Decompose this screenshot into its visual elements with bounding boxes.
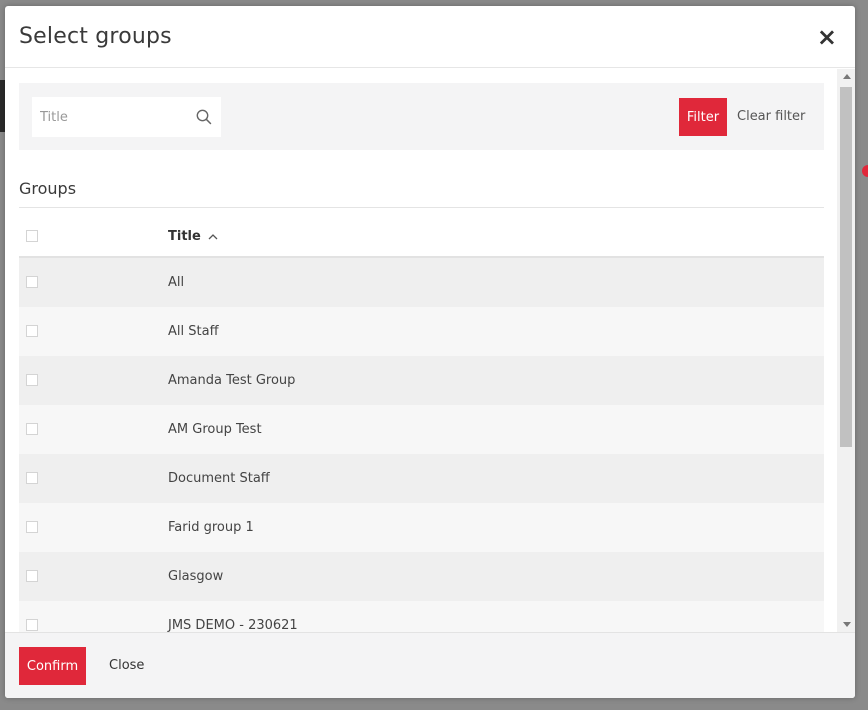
table-row[interactable]: Farid group 1 — [19, 503, 824, 552]
table-row[interactable]: JMS DEMO - 230621 — [19, 601, 824, 632]
divider — [19, 207, 824, 208]
row-checkbox[interactable] — [26, 423, 38, 435]
modal-title: Select groups — [19, 24, 172, 49]
row-checkbox[interactable] — [26, 619, 38, 631]
row-title: JMS DEMO - 230621 — [168, 618, 298, 632]
close-button[interactable]: Close — [109, 647, 144, 685]
filter-bar: Filter Clear filter — [19, 83, 824, 150]
modal-header: Select groups × — [5, 6, 855, 68]
scroll-up-arrow-icon[interactable] — [843, 74, 851, 79]
row-checkbox[interactable] — [26, 374, 38, 386]
row-title: Document Staff — [168, 471, 270, 486]
row-checkbox[interactable] — [26, 276, 38, 288]
row-checkbox[interactable] — [26, 570, 38, 582]
table-header: Title — [19, 215, 824, 258]
table-row[interactable]: AM Group Test — [19, 405, 824, 454]
table-row[interactable]: All — [19, 258, 824, 307]
search-input[interactable] — [32, 98, 190, 136]
table-row[interactable]: Amanda Test Group — [19, 356, 824, 405]
row-title: All — [168, 275, 185, 290]
row-title: All Staff — [168, 324, 219, 339]
modal-footer: Confirm Close — [5, 632, 855, 698]
row-checkbox[interactable] — [26, 521, 38, 533]
row-title: Amanda Test Group — [168, 373, 296, 388]
table-body: All All Staff Amanda Test Group AM Group Te… — [19, 258, 824, 632]
close-icon[interactable]: × — [813, 25, 841, 49]
confirm-button[interactable]: Confirm — [19, 647, 86, 685]
row-title: Glasgow — [168, 569, 224, 584]
scrollbar-thumb[interactable] — [840, 87, 852, 447]
select-groups-modal: Select groups × Filter Clear filter Grou… — [5, 6, 855, 698]
search-icon[interactable] — [195, 108, 213, 126]
table-row[interactable]: All Staff — [19, 307, 824, 356]
scroll-down-arrow-icon[interactable] — [843, 622, 851, 627]
clear-filter-button[interactable]: Clear filter — [737, 98, 805, 136]
background-page-fragment — [862, 165, 868, 177]
table-row[interactable]: Glasgow — [19, 552, 824, 601]
scrollbar[interactable] — [837, 69, 855, 632]
select-all-checkbox[interactable] — [26, 230, 38, 242]
column-header-title[interactable]: Title — [168, 229, 219, 244]
row-checkbox[interactable] — [26, 472, 38, 484]
row-title: Farid group 1 — [168, 520, 254, 535]
search-box — [32, 97, 221, 137]
groups-table: Title All All Staff Amanda Test Group AM Gr… — [19, 215, 824, 632]
table-row[interactable]: Document Staff — [19, 454, 824, 503]
column-header-label: Title — [168, 229, 201, 244]
row-checkbox[interactable] — [26, 325, 38, 337]
section-title: Groups — [19, 179, 77, 198]
filter-button[interactable]: Filter — [679, 98, 727, 136]
row-title: AM Group Test — [168, 422, 262, 437]
chevron-up-icon — [208, 233, 218, 239]
modal-body[interactable]: Filter Clear filter Groups Title All All … — [5, 69, 855, 632]
